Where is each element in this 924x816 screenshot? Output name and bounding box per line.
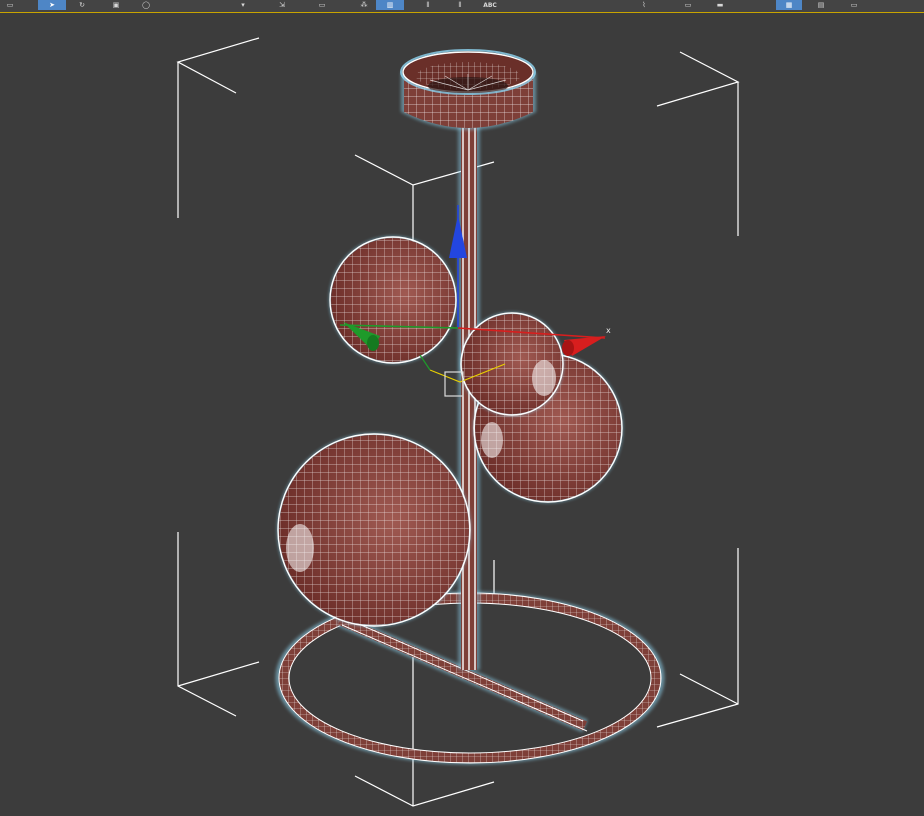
spellcheck-icon[interactable]: ABC [480, 0, 500, 10]
perspective-viewport[interactable]: x [0, 13, 924, 816]
upper-left-sphere[interactable] [329, 236, 457, 364]
align-icon[interactable]: ⫴ [420, 0, 436, 10]
scene-canvas[interactable]: x [0, 13, 924, 816]
window-icon[interactable]: ▭ [2, 0, 18, 10]
render-setup-icon[interactable]: ▦ [776, 0, 802, 10]
material-editor-icon[interactable]: ▬ [710, 0, 730, 10]
align-tools-icon[interactable]: ⫴ [452, 0, 468, 10]
scale-icon[interactable]: ⇲ [274, 0, 290, 10]
circle-icon[interactable]: ◯ [138, 0, 154, 10]
large-sphere[interactable] [277, 433, 471, 627]
top-cup[interactable] [400, 49, 536, 130]
main-toolbar: ▭ ➤ ↻ ▣ ◯ ▾ ⇲ ▭ ⁂ ▥ ⫴ ⫴ ABC ⌇ ▭ ▬ ▦ ▤ ▭ [0, 0, 924, 13]
render-icon[interactable]: ▭ [842, 0, 866, 10]
snap-icon[interactable]: ▾ [236, 0, 250, 10]
refresh-icon[interactable]: ↻ [74, 0, 90, 10]
select-arrow-icon[interactable]: ➤ [38, 0, 66, 10]
render-frame-icon[interactable]: ▤ [808, 0, 834, 10]
x-axis-label: x [606, 326, 611, 335]
region-select-icon[interactable]: ▣ [106, 0, 126, 10]
rectangle-icon[interactable]: ▭ [310, 0, 334, 10]
curve-editor-icon[interactable]: ⌇ [636, 0, 652, 10]
snap-toggle-icon[interactable]: ⁂ [356, 0, 372, 10]
mirror-icon[interactable]: ▥ [376, 0, 404, 10]
middle-sphere[interactable] [460, 312, 564, 416]
schematic-icon[interactable]: ▭ [676, 0, 700, 10]
